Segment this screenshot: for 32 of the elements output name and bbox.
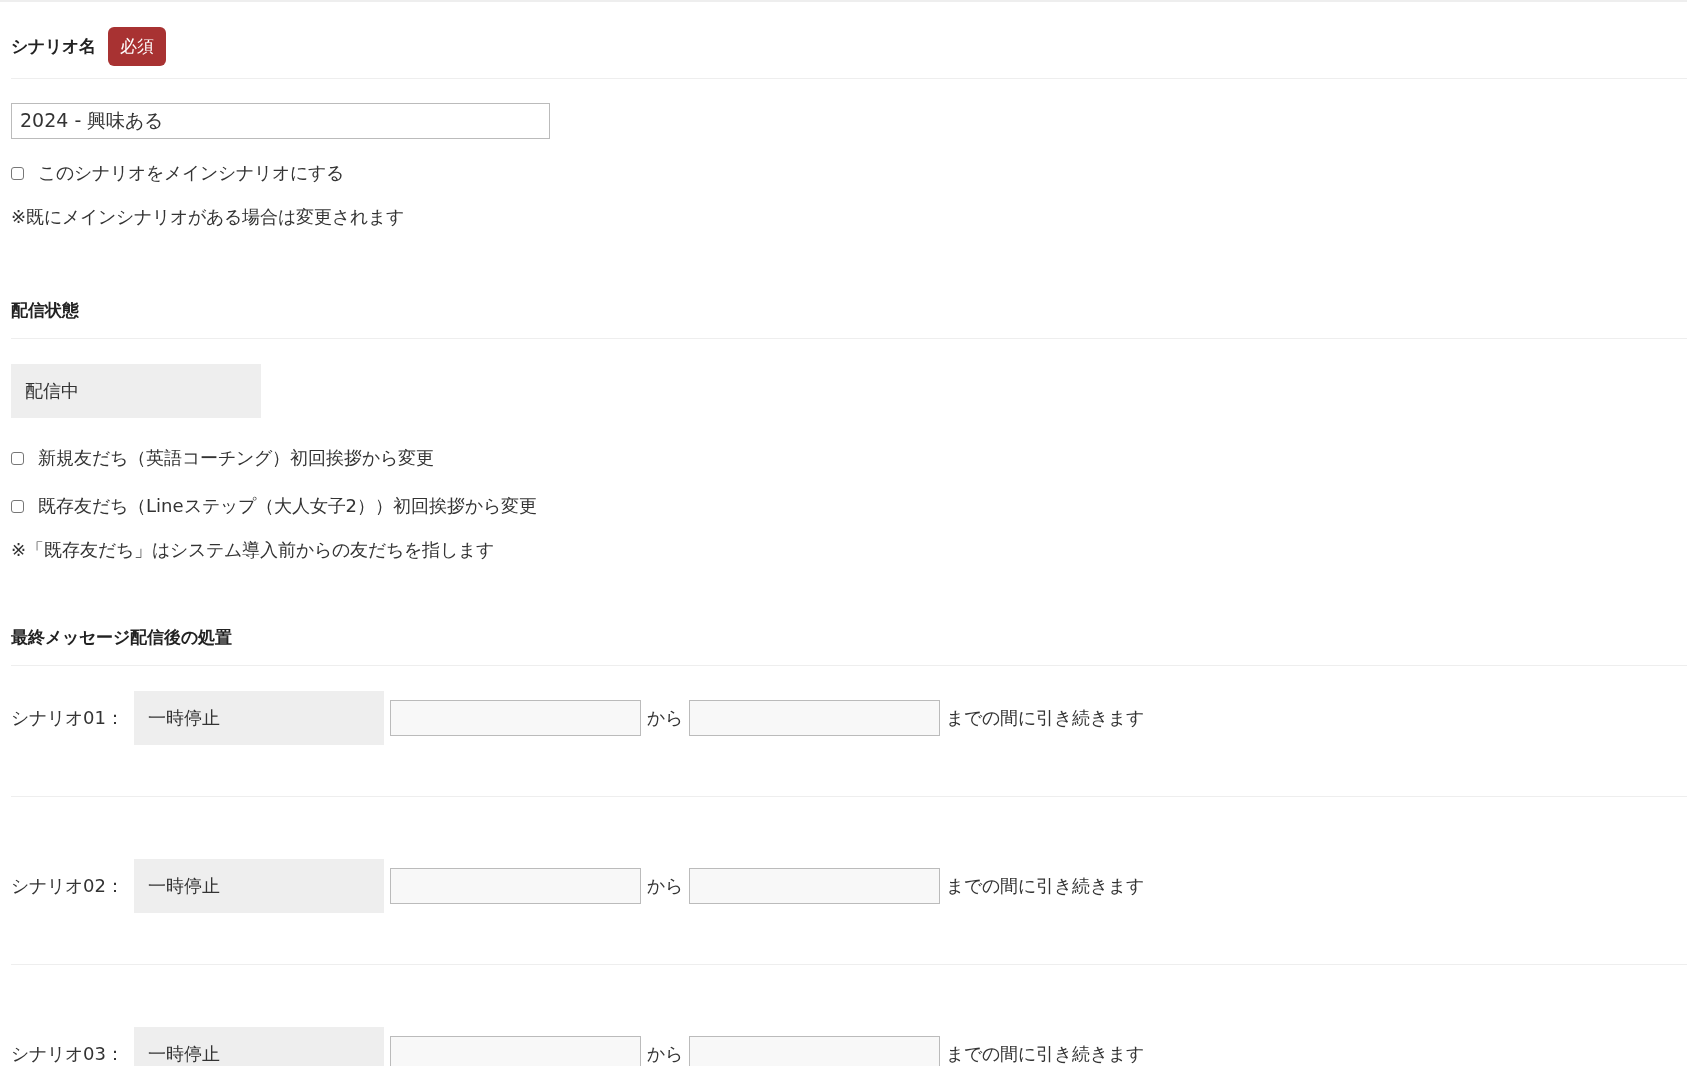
row-label: シナリオ02：	[11, 874, 125, 898]
row-label: シナリオ03：	[11, 1042, 125, 1066]
note-text: ※「既存友だち」はシステム導入前からの友だちを指します	[11, 538, 496, 562]
range-text: までの間に引き続きます	[946, 874, 1144, 898]
section-title: 最終メッセージ配信後の処置	[11, 627, 232, 647]
action-field[interactable]: 一時停止	[134, 1027, 384, 1066]
range-text: から	[647, 874, 683, 898]
input-field[interactable]	[689, 700, 940, 736]
checkbox[interactable]	[11, 451, 24, 465]
scenario-name-field[interactable]: 2024 - 興味ある	[11, 103, 550, 139]
action-field[interactable]: 一時停止	[134, 691, 384, 745]
input-field[interactable]	[390, 1036, 641, 1066]
checkbox[interactable]	[11, 499, 24, 513]
checkbox-label: 新規友だち（英語コーチング）初回挨拶から変更	[38, 446, 434, 470]
section-title: シナリオ名	[11, 35, 96, 58]
note-text: ※既にメインシナリオがある場合は変更されます	[11, 205, 406, 229]
input-field[interactable]	[390, 868, 641, 904]
status-field[interactable]: 配信中	[11, 364, 261, 418]
range-text: から	[647, 1042, 683, 1066]
action-field[interactable]: 一時停止	[134, 859, 384, 913]
required-badge: 必須	[108, 27, 166, 66]
range-text: から	[647, 706, 683, 730]
checkbox[interactable]	[11, 166, 24, 180]
checkbox-label: 既存友だち（Lineステップ（大人女子2））初回挨拶から変更	[38, 494, 537, 518]
range-text: までの間に引き続きます	[946, 706, 1144, 730]
input-field[interactable]	[390, 700, 641, 736]
input-field[interactable]	[689, 1036, 940, 1066]
input-field[interactable]	[689, 868, 940, 904]
range-text: までの間に引き続きます	[946, 1042, 1144, 1066]
section-title: 配信状態	[11, 300, 79, 320]
row-label: シナリオ01：	[11, 706, 125, 730]
checkbox-label: このシナリオをメインシナリオにする	[38, 161, 344, 185]
